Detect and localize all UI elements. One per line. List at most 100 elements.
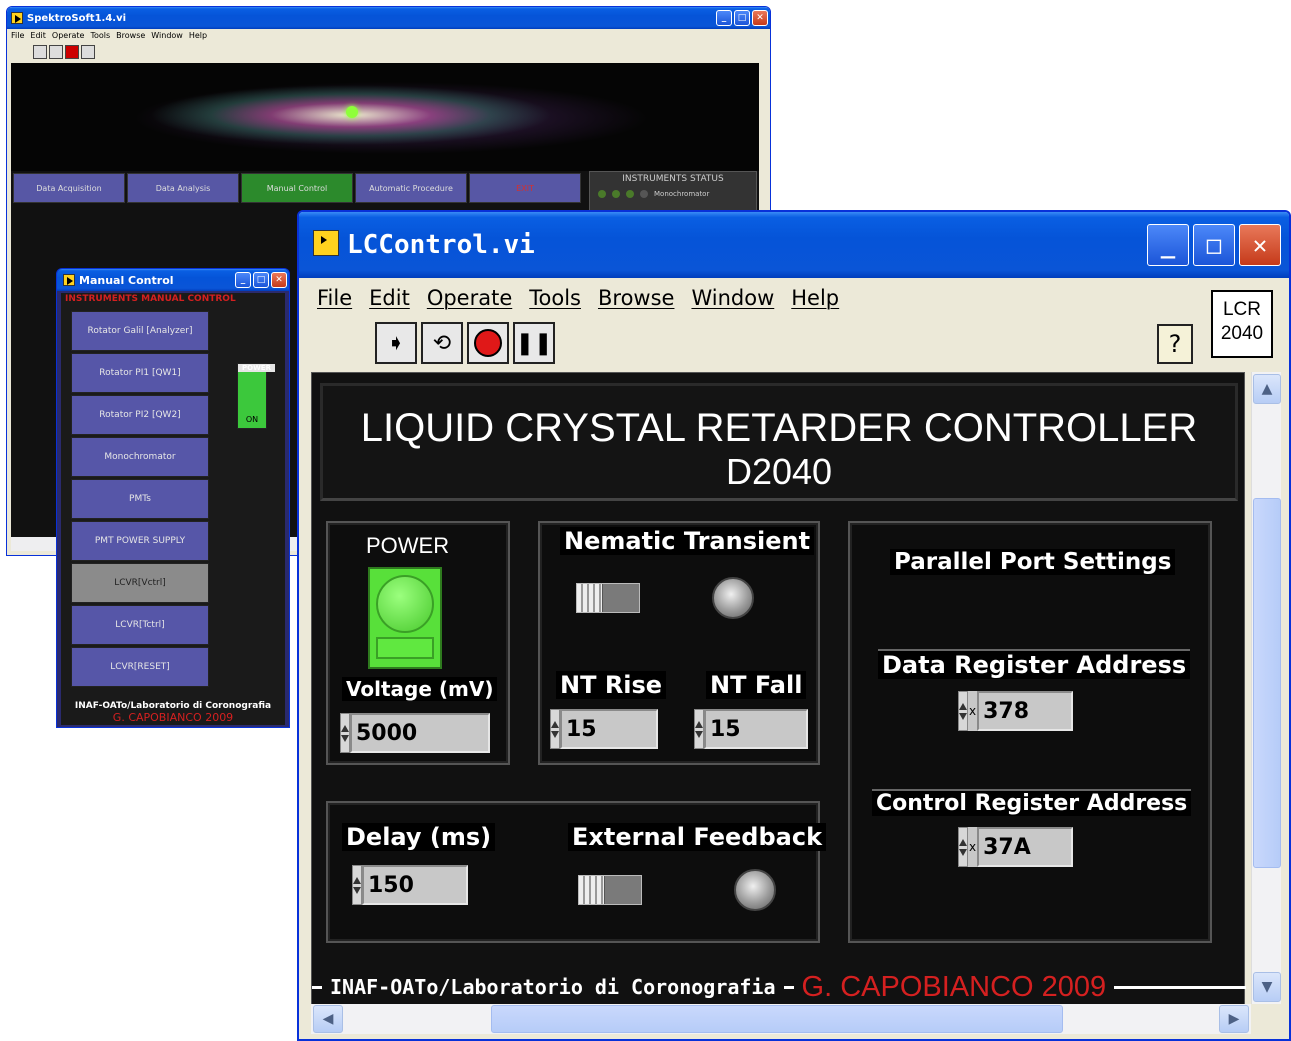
nt-fall-control[interactable]: 15	[694, 709, 808, 749]
power-button[interactable]	[368, 567, 442, 669]
increment-arrow-icon[interactable]	[353, 876, 361, 884]
manual-control-window[interactable]: Manual Control _ □ ✕ INSTRUMENTS MANUAL …	[56, 268, 290, 728]
data-register-control[interactable]: x 378	[958, 691, 1074, 731]
menu-window[interactable]: Window	[151, 31, 183, 40]
nt-fall-input[interactable]: 15	[704, 709, 808, 749]
menu-file[interactable]: File	[11, 31, 24, 40]
increment-arrow-icon[interactable]	[959, 702, 967, 710]
run-continuously-button[interactable]: ⟲	[421, 322, 463, 364]
manual-control-button[interactable]: Manual Control	[241, 173, 353, 203]
hex-radix-indicator[interactable]: x	[968, 827, 978, 867]
hex-radix-indicator[interactable]: x	[968, 691, 978, 731]
close-button[interactable]: ✕	[752, 10, 768, 26]
data-register-spinner[interactable]	[958, 691, 968, 731]
increment-arrow-icon[interactable]	[959, 838, 967, 846]
menu-file[interactable]: File	[317, 286, 352, 310]
automatic-procedure-button[interactable]: Automatic Procedure	[355, 173, 467, 203]
lcvr-tctrl-button[interactable]: LCVR[Tctrl]	[71, 605, 209, 645]
nematic-transient-switch[interactable]	[576, 583, 640, 613]
control-register-control[interactable]: x 37A	[958, 827, 1074, 867]
vertical-scrollbar[interactable]: ▲ ▼	[1251, 372, 1281, 1004]
rotator-galil-button[interactable]: Rotator Galil [Analyzer]	[71, 311, 209, 351]
decrement-arrow-icon[interactable]	[551, 730, 559, 738]
pmts-button[interactable]: PMTs	[71, 479, 209, 519]
decrement-arrow-icon[interactable]	[353, 886, 361, 894]
pmt-power-supply-button[interactable]: PMT POWER SUPPLY	[71, 521, 209, 561]
decrement-arrow-icon[interactable]	[959, 848, 967, 856]
lccontrol-window[interactable]: LCControl.vi _ □ ✕ File Edit Operate Too…	[297, 210, 1291, 1041]
run-button[interactable]: ➧	[375, 322, 417, 364]
data-register-input[interactable]: 378	[977, 691, 1074, 731]
rotator-pi1-button[interactable]: Rotator PI1 [QW1]	[71, 353, 209, 393]
menu-help[interactable]: Help	[189, 31, 207, 40]
scroll-up-icon[interactable]: ▲	[1253, 374, 1281, 404]
scroll-left-icon[interactable]: ◀	[313, 1005, 343, 1033]
data-acquisition-button[interactable]: Data Acquisition	[13, 173, 125, 203]
pause-icon[interactable]	[81, 45, 95, 59]
abort-button[interactable]	[467, 322, 509, 364]
spektrosoft-titlebar[interactable]: SpektroSoft1.4.vi _ □ ✕	[7, 7, 770, 29]
menu-window[interactable]: Window	[691, 286, 774, 310]
delay-control[interactable]: 150	[352, 865, 468, 905]
abort-icon[interactable]	[65, 45, 79, 59]
maximize-button[interactable]: □	[1193, 224, 1235, 266]
decrement-arrow-icon[interactable]	[341, 734, 349, 742]
maximize-button[interactable]: □	[734, 10, 750, 26]
horizontal-scrollbar[interactable]: ◀ ▶	[311, 1004, 1251, 1034]
exit-button[interactable]: EXIT	[469, 173, 581, 203]
scroll-down-icon[interactable]: ▼	[1253, 972, 1281, 1002]
minimize-button[interactable]: _	[235, 272, 251, 288]
main-nav: Data Acquisition Data Analysis Manual Co…	[13, 173, 581, 203]
manual-control-titlebar[interactable]: Manual Control _ □ ✕	[57, 269, 289, 291]
menu-help[interactable]: Help	[791, 286, 839, 310]
menu-edit[interactable]: Edit	[30, 31, 46, 40]
lcvr-vctrl-button[interactable]: LCVR[Vctrl]	[71, 563, 209, 603]
lccontrol-title: LCControl.vi	[347, 230, 535, 260]
menu-operate[interactable]: Operate	[427, 286, 512, 310]
rotator-pi2-button[interactable]: Rotator PI2 [QW2]	[71, 395, 209, 435]
lccontrol-titlebar[interactable]: LCControl.vi _ □ ✕	[299, 212, 1289, 278]
decrement-arrow-icon[interactable]	[959, 712, 967, 720]
decrement-arrow-icon[interactable]	[695, 730, 703, 738]
voltage-input[interactable]: 5000	[350, 713, 490, 753]
run-icon[interactable]	[33, 45, 47, 59]
run-continuously-icon[interactable]	[49, 45, 63, 59]
nt-rise-spinner[interactable]	[550, 709, 560, 749]
power-indicator[interactable]: POWER ON	[237, 363, 275, 429]
data-analysis-button[interactable]: Data Analysis	[127, 173, 239, 203]
increment-arrow-icon[interactable]	[341, 724, 349, 732]
nt-fall-spinner[interactable]	[694, 709, 704, 749]
menu-browse[interactable]: Browse	[116, 31, 145, 40]
instruments-status-title: INSTRUMENTS STATUS	[622, 174, 724, 184]
monochromator-button[interactable]: Monochromator	[71, 437, 209, 477]
menu-tools[interactable]: Tools	[529, 286, 581, 310]
maximize-button[interactable]: □	[253, 272, 269, 288]
increment-arrow-icon[interactable]	[551, 720, 559, 728]
menu-edit[interactable]: Edit	[369, 286, 410, 310]
lcvr-reset-button[interactable]: LCVR[RESET]	[71, 647, 209, 687]
minimize-button[interactable]: _	[1147, 224, 1189, 266]
external-feedback-switch[interactable]	[578, 875, 642, 905]
close-button[interactable]: ✕	[271, 272, 287, 288]
vertical-scroll-thumb[interactable]	[1253, 498, 1281, 868]
control-register-input[interactable]: 37A	[977, 827, 1074, 867]
delay-input[interactable]: 150	[362, 865, 468, 905]
nt-rise-control[interactable]: 15	[550, 709, 658, 749]
data-register-label: Data Register Address	[878, 649, 1191, 679]
control-register-spinner[interactable]	[958, 827, 968, 867]
increment-arrow-icon[interactable]	[695, 720, 703, 728]
nt-rise-input[interactable]: 15	[560, 709, 658, 749]
pause-button[interactable]: ❚❚	[513, 322, 555, 364]
scroll-right-icon[interactable]: ▶	[1219, 1005, 1249, 1033]
delay-spinner[interactable]	[352, 865, 362, 905]
horizontal-scroll-thumb[interactable]	[491, 1005, 1063, 1033]
voltage-control[interactable]: 5000	[340, 713, 490, 753]
menu-tools[interactable]: Tools	[90, 31, 110, 40]
menu-browse[interactable]: Browse	[598, 286, 674, 310]
menu-operate[interactable]: Operate	[52, 31, 85, 40]
close-button[interactable]: ✕	[1239, 224, 1281, 266]
context-help-button[interactable]: ?	[1157, 324, 1193, 364]
minimize-button[interactable]: _	[716, 10, 732, 26]
galaxy-banner-image	[11, 63, 759, 171]
voltage-spinner[interactable]	[340, 713, 350, 753]
